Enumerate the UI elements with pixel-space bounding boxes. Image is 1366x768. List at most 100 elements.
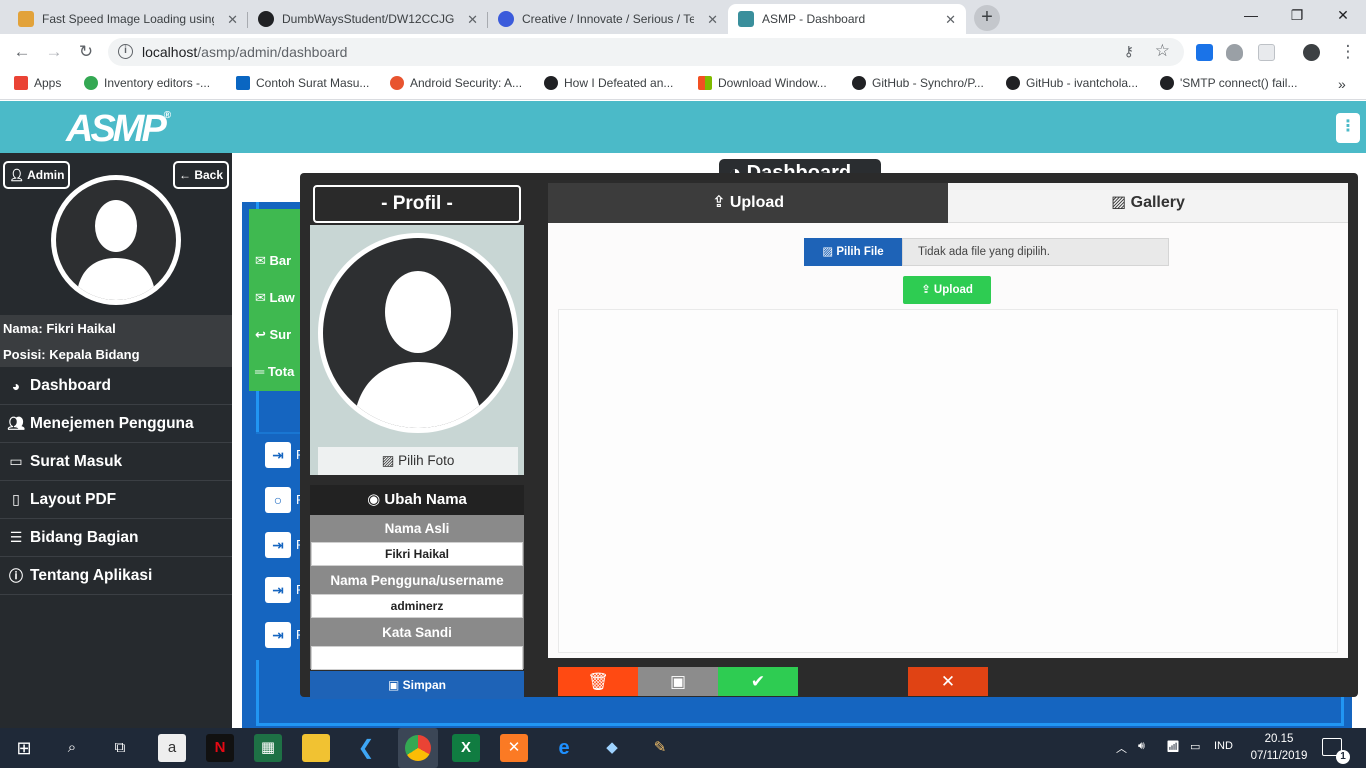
reply-icon: ↩ — [255, 327, 270, 342]
language-indicator[interactable]: IND — [1214, 740, 1233, 752]
menu-dots-icon[interactable]: ⋮ — [1336, 40, 1360, 64]
reload-icon[interactable]: ↻ — [74, 40, 98, 64]
admin-button[interactable]: 👤︎ Admin — [3, 161, 71, 189]
close-icon[interactable]: ✕ — [227, 12, 238, 28]
back-button[interactable]: ← Back — [173, 161, 230, 189]
stat-item[interactable]: ✉ Bar — [255, 253, 291, 269]
close-icon[interactable]: ✕ — [707, 12, 718, 28]
new-tab-button[interactable]: + — [974, 5, 1000, 31]
bookmark-item[interactable]: Download Window... — [698, 76, 827, 90]
password-field[interactable] — [311, 646, 523, 670]
github-icon — [852, 76, 866, 90]
app-icon[interactable]: ◆ — [598, 734, 626, 762]
sidebar-item-bidang-bagian[interactable]: ☰ Bidang Bagian — [0, 519, 232, 557]
stat-item[interactable]: ═ Tota — [255, 364, 294, 379]
upload-icon: ⇪ — [921, 284, 934, 296]
info-icon[interactable]: i — [118, 44, 133, 59]
delete-button[interactable]: 🗑︎ — [558, 667, 638, 696]
folder-icon[interactable] — [302, 734, 330, 762]
star-icon[interactable]: ☆ — [1155, 41, 1170, 61]
sign-in-icon[interactable]: ⇥ — [265, 577, 291, 603]
refresh-icon[interactable]: ○ — [265, 487, 291, 513]
browser-tab[interactable]: DumbWaysStudent/DW12CCJG9 ✕ — [248, 4, 488, 34]
bookmark-item[interactable]: Android Security: A... — [390, 76, 522, 90]
amazon-icon[interactable]: a — [158, 734, 186, 762]
bookmark-item[interactable]: GitHub - ivantchola... — [1006, 76, 1138, 90]
shield-icon[interactable] — [1226, 44, 1243, 61]
task-view-icon[interactable]: ⧉ — [106, 734, 134, 762]
window-close-button[interactable]: ✕ — [1320, 0, 1366, 30]
wifi-icon[interactable]: 📶︎ — [1166, 740, 1180, 753]
tab-gallery[interactable]: ▨ Gallery — [948, 183, 1348, 223]
minimize-button[interactable]: — — [1228, 0, 1274, 30]
back-arrow-icon[interactable]: ← — [10, 40, 34, 64]
profile-modal: - Profil - ▨ Pilih Foto ◉ Ubah Nama Nama… — [300, 173, 1358, 699]
bookmark-item[interactable]: How I Defeated an... — [544, 76, 673, 90]
bookmark-item[interactable]: 'SMTP connect() fail... — [1160, 76, 1297, 90]
netflix-icon[interactable]: N — [206, 734, 234, 762]
choose-photo-button[interactable]: ▨ Pilih Foto — [318, 447, 518, 475]
battery-icon[interactable]: ▭ — [1190, 740, 1200, 753]
browser-tab[interactable]: Creative / Innovate / Serious / Te ✕ — [488, 4, 728, 34]
windows-icon — [698, 76, 712, 90]
forward-arrow-icon[interactable]: → — [42, 40, 66, 64]
username-field[interactable]: adminerz — [311, 594, 523, 618]
header-menu-button[interactable]: ⋮ — [1336, 113, 1360, 143]
browser-tab[interactable]: Fast Speed Image Loading using ✕ — [8, 4, 248, 34]
bookmark-item[interactable]: GitHub - Synchro/P... — [852, 76, 984, 90]
excel-icon[interactable]: X — [452, 734, 480, 762]
sidebar-item-surat-masuk[interactable]: ▭ Surat Masuk — [0, 443, 232, 481]
bookmarks-overflow-icon[interactable]: » — [1338, 76, 1346, 92]
sidebar-item-menejemen-pengguna[interactable]: 👥︎ Menejemen Pengguna — [0, 405, 232, 443]
tab-title: ASMP - Dashboard — [762, 12, 866, 26]
bookmark-apps[interactable]: Apps — [14, 76, 61, 90]
real-name-field[interactable]: Fikri Haikal — [311, 542, 523, 566]
sign-in-icon[interactable]: ⇥ — [265, 442, 291, 468]
sign-in-icon[interactable]: ⇥ — [265, 622, 291, 648]
tab-upload[interactable]: ⇪ Upload — [548, 183, 948, 223]
windows-start-icon[interactable]: ⊞ — [10, 734, 38, 762]
key-icon[interactable]: ⚷ — [1124, 43, 1134, 60]
bookmark-item[interactable]: Contoh Surat Masu... — [236, 76, 369, 90]
palette-icon: ◕ — [11, 377, 21, 394]
stat-item[interactable]: ↩ Sur — [255, 327, 291, 343]
confirm-button[interactable]: ✔ — [718, 667, 798, 696]
clock[interactable]: 20.15 07/11/2019 — [1244, 731, 1314, 765]
sidebar-item-tentang-aplikasi[interactable]: ⓘ Tentang Aplikasi — [0, 557, 232, 595]
close-icon[interactable]: ✕ — [945, 12, 956, 28]
address-bar[interactable]: i localhost/asmp/admin/dashboard ⚷ ☆ — [108, 38, 1184, 66]
choose-file-button[interactable]: ▨ Pilih File — [804, 238, 902, 266]
extension-icon[interactable] — [1196, 44, 1213, 61]
save-button[interactable]: ▣ Simpan — [310, 671, 524, 699]
list-icon: ☰ — [9, 529, 23, 545]
tab-title: DumbWaysStudent/DW12CCJG9 — [282, 12, 454, 26]
chevron-up-icon[interactable]: ︿ — [1116, 740, 1127, 756]
spreadsheet-icon[interactable]: ▦ — [254, 734, 282, 762]
stat-item[interactable]: ✉ Law — [255, 290, 295, 306]
sidebar-item-layout-pdf[interactable]: ▯ Layout PDF — [0, 481, 232, 519]
search-icon[interactable]: ⌕ — [58, 734, 86, 762]
app-logo[interactable]: ASMP® — [66, 108, 171, 151]
url-text[interactable]: localhost/asmp/admin/dashboard — [142, 44, 347, 60]
paint-icon[interactable]: ✎ — [646, 734, 674, 762]
bookmark-item[interactable]: Inventory editors -... — [84, 76, 210, 90]
vscode-icon[interactable]: ❮ — [352, 734, 380, 762]
extension-icon[interactable] — [1258, 44, 1275, 61]
file-input[interactable]: ▨ Pilih File Tidak ada file yang dipilih… — [804, 238, 1169, 266]
sign-in-icon[interactable]: ⇥ — [265, 532, 291, 558]
chrome-icon[interactable] — [398, 728, 438, 768]
volume-icon[interactable]: 🔊︎ — [1138, 740, 1145, 753]
upload-button[interactable]: ⇪ Upload — [903, 276, 991, 304]
edge-icon[interactable]: e — [550, 734, 578, 762]
profile-column: - Profil - ▨ Pilih Foto ◉ Ubah Nama Nama… — [310, 183, 524, 699]
user-position: Posisi: Kepala Bidang — [3, 347, 140, 362]
xampp-icon[interactable]: ✕ — [500, 734, 528, 762]
save-image-button[interactable]: ▣ — [638, 667, 718, 696]
sidebar-item-dashboard[interactable]: ◕ Dashboard — [0, 367, 232, 405]
profile-avatar-icon[interactable] — [1303, 44, 1320, 61]
maximize-button[interactable]: ❐ — [1274, 0, 1320, 30]
close-icon[interactable]: ✕ — [467, 12, 478, 28]
cancel-button[interactable]: ✕ — [908, 667, 988, 696]
browser-tab-active[interactable]: ASMP - Dashboard ✕ — [728, 4, 966, 34]
notification-icon[interactable]: 1 — [1322, 738, 1350, 764]
